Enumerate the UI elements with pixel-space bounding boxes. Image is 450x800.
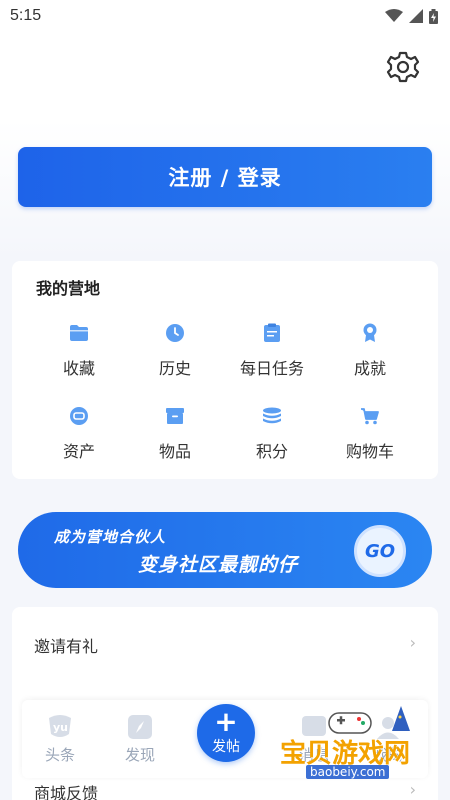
- go-badge: GO: [354, 525, 406, 577]
- status-icons: [385, 8, 438, 24]
- camp-item-achievements[interactable]: 成就: [320, 323, 420, 393]
- camp-item-items[interactable]: 物品: [125, 406, 225, 476]
- camp-item-cart[interactable]: 购物车: [320, 406, 420, 476]
- camp-item-history[interactable]: 历史: [125, 323, 225, 393]
- camp-item-points[interactable]: 积分: [222, 406, 322, 476]
- tab-label: 发现: [124, 746, 155, 764]
- medal-icon: [360, 323, 380, 343]
- camp-item-label: 资产: [62, 442, 95, 461]
- login-register-button[interactable]: 注册 / 登录: [18, 147, 432, 207]
- battery-icon: [429, 8, 438, 24]
- wifi-icon: [385, 9, 403, 22]
- watermark-url: baobeiy.com: [306, 765, 390, 779]
- settings-button[interactable]: [386, 50, 420, 84]
- post-label: 发帖: [212, 739, 240, 755]
- menu-item-invite[interactable]: 邀请有礼: [34, 633, 98, 657]
- box-icon: [165, 406, 185, 426]
- gear-icon: [386, 51, 420, 83]
- clipboard-icon: [262, 323, 282, 343]
- tab-discover[interactable]: 发现: [110, 714, 170, 765]
- watermark: 宝贝游戏网 baobeiy.com: [270, 705, 445, 785]
- partner-banner[interactable]: 成为营地合伙人 变身社区最靓的仔 GO: [18, 512, 432, 588]
- status-bar: 5:15: [0, 0, 450, 32]
- menu-item-shop-feedback[interactable]: 商城反馈: [34, 780, 98, 800]
- wizard-hat-icon: [392, 706, 410, 731]
- camp-item-label: 收藏: [62, 359, 95, 378]
- my-camp-card: 我的营地 收藏 历史 每日任务 成就 资产 物品 积分 购物车: [12, 261, 438, 479]
- chevron-right-icon: ›: [409, 633, 416, 652]
- banner-subline: 变身社区最靓的仔: [138, 554, 299, 576]
- compass-icon: [128, 715, 152, 739]
- headlines-icon: yu: [49, 715, 71, 737]
- camp-item-label: 积分: [255, 442, 288, 461]
- post-button[interactable]: + 发帖: [197, 704, 255, 762]
- camp-item-label: 成就: [353, 359, 386, 378]
- tab-headlines[interactable]: yu 头条: [30, 714, 90, 765]
- camp-item-assets[interactable]: 资产: [29, 406, 129, 476]
- svg-text:yu: yu: [53, 721, 68, 734]
- camp-item-label: 历史: [158, 359, 191, 378]
- camp-item-label: 每日任务: [239, 359, 304, 378]
- clock-icon: [165, 323, 185, 343]
- coin-icon: [69, 406, 89, 426]
- folder-icon: [69, 323, 89, 343]
- camp-title: 我的营地: [36, 279, 101, 298]
- camp-item-favorites[interactable]: 收藏: [29, 323, 129, 393]
- banner-headline: 成为营地合伙人: [54, 528, 167, 546]
- cart-icon: [360, 406, 380, 426]
- camp-item-label: 物品: [158, 442, 191, 461]
- plus-icon: +: [214, 705, 238, 738]
- camp-item-daily-tasks[interactable]: 每日任务: [222, 323, 322, 393]
- tab-label: 头条: [44, 746, 75, 764]
- camp-item-label: 购物车: [345, 442, 394, 461]
- status-time: 5:15: [10, 7, 42, 24]
- stack-icon: [262, 406, 282, 426]
- signal-icon: [409, 9, 423, 23]
